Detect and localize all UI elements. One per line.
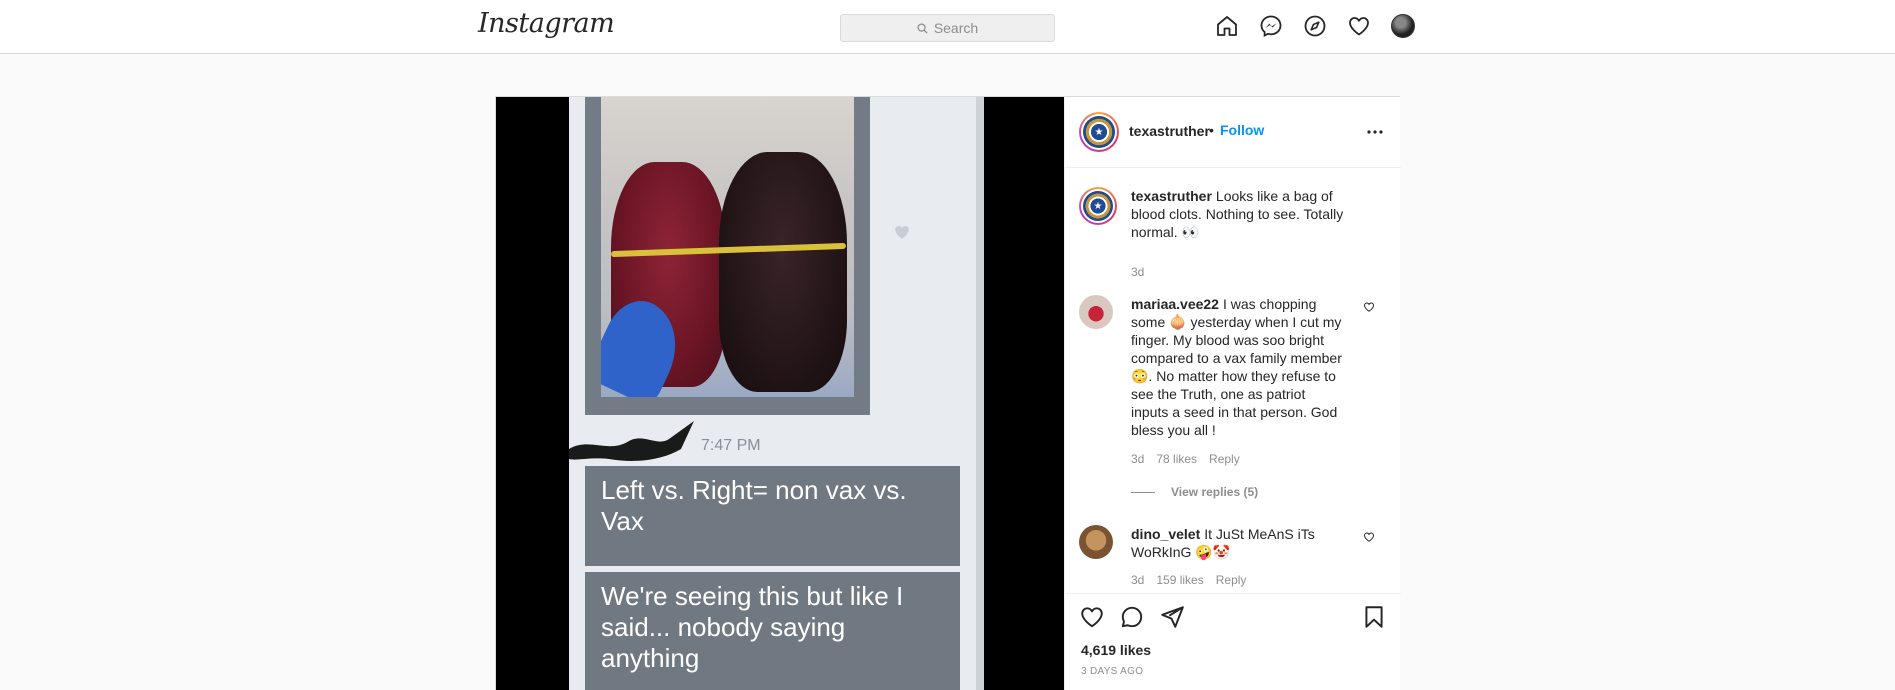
comments-list[interactable]: ★ texastruther Looks like a bag of blood …	[1065, 169, 1401, 591]
posted-time: 3 DAYS AGO	[1081, 666, 1144, 677]
post-actions: 4,619 likes 3 DAYS AGO	[1065, 593, 1401, 690]
reply-button[interactable]: Reply	[1209, 452, 1240, 466]
comment-likes[interactable]: 159 likes	[1156, 573, 1203, 587]
instagram-logo[interactable]: Instagram	[478, 8, 615, 39]
search-icon	[917, 22, 928, 34]
home-icon[interactable]	[1215, 14, 1239, 38]
explore-icon[interactable]	[1303, 14, 1327, 38]
caption-age: 3d	[1131, 265, 1145, 279]
caption-text-block: texastruther Looks like a bag of blood cl…	[1131, 187, 1346, 241]
comment-username[interactable]: dino_velet	[1131, 526, 1200, 542]
comment-likes[interactable]: 78 likes	[1156, 452, 1197, 466]
blood-bags-photo	[601, 97, 854, 397]
author-avatar[interactable]: ★	[1079, 187, 1117, 225]
post-side-panel: ★ texastruther • Follow ★ texastruther Lo…	[1064, 97, 1401, 690]
profile-avatar[interactable]	[1391, 14, 1415, 38]
author-username[interactable]: texastruther	[1129, 123, 1210, 139]
screen-edge	[976, 97, 984, 690]
redaction-scribble	[569, 421, 694, 461]
reply-button[interactable]: Reply	[1216, 573, 1247, 587]
save-bookmark-icon[interactable]	[1361, 604, 1387, 630]
separator-dot: •	[1209, 122, 1214, 138]
photo-message-frame	[585, 97, 870, 415]
comment-like-heart-icon[interactable]	[1363, 301, 1375, 313]
commenter-avatar[interactable]	[1079, 295, 1113, 329]
message-bubble: We're seeing this but like I said... nob…	[585, 572, 960, 690]
post-header: ★ texastruther • Follow	[1065, 97, 1401, 168]
share-paper-plane-icon[interactable]	[1159, 604, 1185, 630]
comment-text-block: mariaa.vee22 I was chopping some 🧅 yester…	[1131, 295, 1346, 439]
reaction-heart-icon	[895, 226, 909, 239]
activity-heart-icon[interactable]	[1347, 14, 1371, 38]
messenger-icon[interactable]	[1259, 14, 1283, 38]
comment-text-block: dino_velet It JuSt MeAnS iTs WoRkInG 🤪🤡	[1131, 525, 1346, 561]
search-input[interactable]: Search	[840, 14, 1055, 42]
caption-meta: 3d	[1131, 265, 1144, 279]
likes-count[interactable]: 4,619 likes	[1081, 642, 1151, 658]
comment-text: I was chopping some 🧅 yesterday when I c…	[1131, 296, 1342, 438]
post-card: 7:47 PM Left vs. Right= non vax vs. Vax …	[495, 96, 1401, 690]
post-media[interactable]: 7:47 PM Left vs. Right= non vax vs. Vax …	[496, 97, 1064, 690]
screenshot-image: 7:47 PM Left vs. Right= non vax vs. Vax …	[569, 97, 984, 690]
author-avatar[interactable]: ★	[1079, 112, 1119, 152]
follow-button[interactable]: Follow	[1220, 122, 1264, 138]
commenter-avatar[interactable]	[1079, 525, 1113, 559]
nav-icon-group	[1215, 14, 1415, 38]
comment-meta: 3d 78 likes Reply	[1131, 452, 1240, 466]
comment-age: 3d	[1131, 573, 1145, 587]
dark-blood-bag	[719, 152, 847, 392]
top-navigation-bar: Instagram Search	[0, 0, 1895, 54]
comment-like-heart-icon[interactable]	[1363, 531, 1375, 543]
caption-username[interactable]: texastruther	[1131, 188, 1212, 204]
comment-age: 3d	[1131, 452, 1145, 466]
view-replies-label: View replies (5)	[1171, 485, 1259, 499]
message-timestamp: 7:47 PM	[701, 437, 761, 454]
comment-username[interactable]: mariaa.vee22	[1131, 296, 1219, 312]
message-bubble: Left vs. Right= non vax vs. Vax	[585, 466, 960, 566]
search-placeholder: Search	[933, 20, 979, 36]
comment-meta: 3d 159 likes Reply	[1131, 573, 1246, 587]
like-heart-icon[interactable]	[1079, 604, 1105, 630]
replies-line	[1131, 491, 1155, 493]
comment-bubble-icon[interactable]	[1119, 604, 1145, 630]
more-options-icon[interactable]	[1365, 124, 1385, 140]
view-replies-button[interactable]: View replies (5)	[1131, 485, 1258, 499]
